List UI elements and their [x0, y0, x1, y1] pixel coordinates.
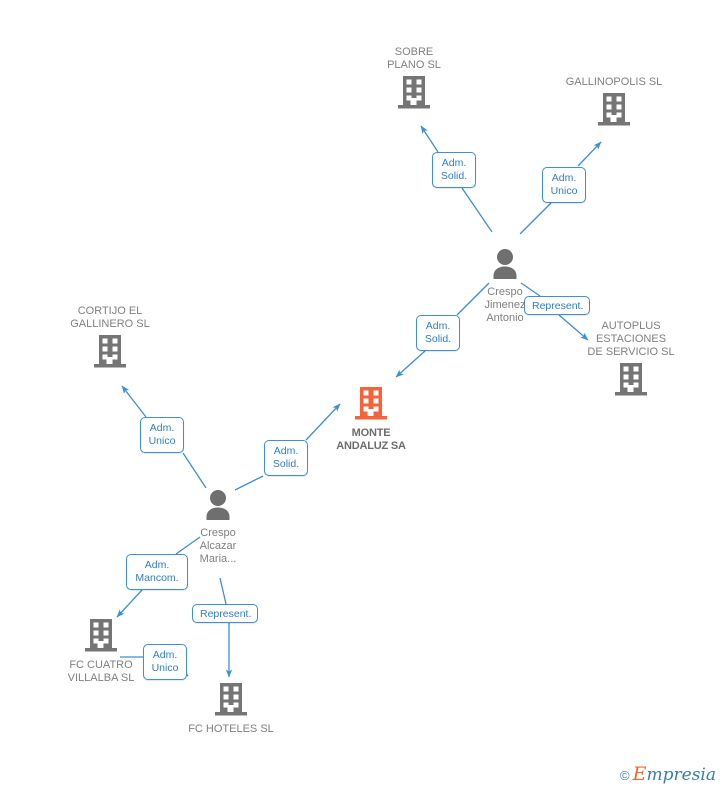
node-company-autoplus[interactable]: AUTOPLUS ESTACIONES DE SERVICIO SL — [571, 320, 691, 402]
building-icon-highlighted — [311, 385, 431, 426]
node-label-gallinopolis: GALLINOPOLIS SL — [565, 76, 663, 88]
edge-person-cj-to-rel-sobre-plano — [461, 187, 493, 233]
person-icon — [158, 489, 278, 526]
relation-label-adm-unico-cortijo[interactable]: Adm. Unico — [140, 417, 184, 453]
node-label-cortijo-el-gallinero: CORTIJO EL GALLINERO SL — [70, 305, 150, 330]
copyright-icon: © — [620, 768, 630, 783]
edge-rel-sobre-plano-to-company — [420, 125, 439, 153]
node-label-monte-andaluz: MONTE ANDALUZ SA — [336, 427, 406, 452]
node-company-fc-cuatro-villalba[interactable]: FC CUATRO VILLALBA SL — [41, 617, 161, 685]
building-icon — [554, 91, 674, 132]
relation-label-adm-solid-sobre-plano[interactable]: Adm. Solid. — [432, 152, 476, 188]
empresia-watermark: © Empresia — [620, 763, 716, 785]
node-person-crespo-jimenez-antonio[interactable]: Crespo Jimenez Antonio — [445, 248, 565, 325]
node-label-fc-hoteles: FC HOTELES SL — [188, 723, 274, 735]
relationship-diagram-canvas: Adm. Solid. Adm. Unico Adm. Solid. Repre… — [0, 0, 728, 795]
edge-person-cj-to-rel-gallinopolis — [519, 202, 552, 235]
edge-person-ca-to-rel-monte-andaluz — [234, 475, 264, 491]
brand-initial: E — [632, 763, 647, 785]
node-company-sobre-plano[interactable]: SOBRE PLANO SL — [354, 46, 474, 115]
edge-rel-cortijo-to-company — [121, 385, 147, 418]
brand-name: mpresia — [646, 765, 717, 785]
node-label-crespo-alcazar-maria: Crespo Alcazar Maria... — [199, 527, 237, 565]
edge-rel-gallinopolis-to-company — [577, 141, 602, 167]
relation-label-adm-solid-monte-andaluz-ca[interactable]: Adm. Solid. — [264, 440, 308, 476]
node-label-autoplus: AUTOPLUS ESTACIONES DE SERVICIO SL — [587, 320, 675, 358]
building-icon — [354, 74, 474, 115]
node-company-cortijo-el-gallinero[interactable]: CORTIJO EL GALLINERO SL — [50, 305, 170, 374]
edge-rel-fc-cuatro-to-company — [116, 589, 143, 618]
building-icon — [571, 361, 691, 402]
building-icon — [171, 681, 291, 722]
edge-person-ca-to-rel-cortijo — [182, 452, 207, 489]
person-icon — [445, 248, 565, 285]
node-person-crespo-alcazar-maria[interactable]: Crespo Alcazar Maria... — [158, 489, 278, 566]
building-icon — [50, 333, 170, 374]
node-company-gallinopolis[interactable]: GALLINOPOLIS SL — [554, 76, 674, 132]
node-label-fc-cuatro-villalba: FC CUATRO VILLALBA SL — [67, 659, 135, 684]
building-icon — [41, 617, 161, 658]
relation-label-adm-unico-gallinopolis[interactable]: Adm. Unico — [542, 167, 586, 203]
node-company-monte-andaluz[interactable]: MONTE ANDALUZ SA — [311, 385, 431, 453]
node-company-fc-hoteles[interactable]: FC HOTELES SL — [171, 681, 291, 736]
node-label-crespo-jimenez-antonio: Crespo Jimenez Antonio — [484, 286, 526, 324]
relation-label-represent-fc-hoteles[interactable]: Represent. — [192, 604, 258, 623]
edge-rel-monte-andaluz-cj-to-company — [395, 350, 426, 378]
edge-person-ca-to-rel-fc-hoteles — [219, 577, 227, 605]
node-label-sobre-plano: SOBRE PLANO SL — [387, 46, 441, 71]
